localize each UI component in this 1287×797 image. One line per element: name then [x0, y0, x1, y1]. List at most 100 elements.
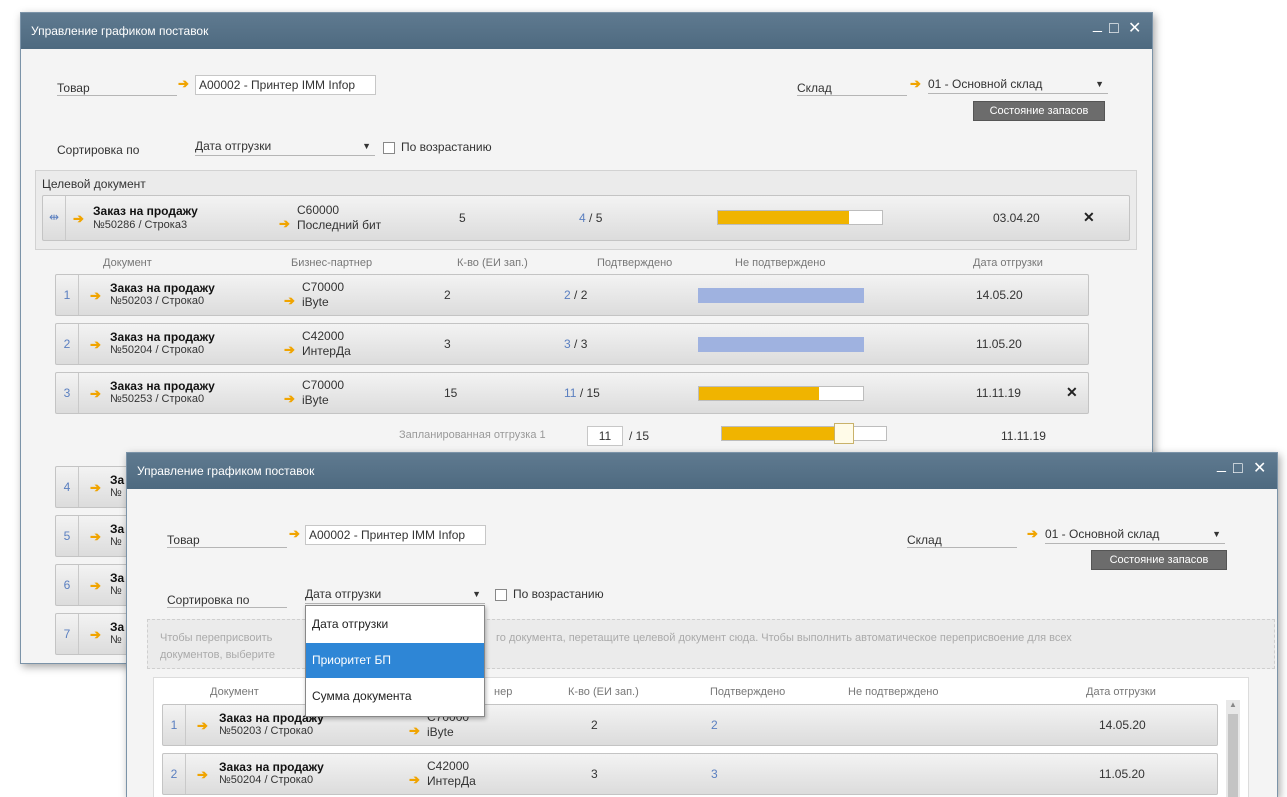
row-bp-code: C70000	[302, 280, 345, 294]
row-qty: 15	[444, 386, 458, 400]
warehouse-select[interactable]: 01 - Основной склад ▼	[1045, 525, 1225, 544]
row-number[interactable]: 1	[163, 705, 186, 745]
stock-status-button[interactable]: Состояние запасов	[1091, 550, 1227, 570]
chevron-down-icon: ▼	[1095, 79, 1104, 89]
sort-option-bp-priority[interactable]: Приоритет БП	[306, 643, 484, 678]
target-document-row[interactable]: ⇹ ➔ Заказ на продажу №50286 / Строка3 C6…	[42, 195, 1130, 241]
row-link-arrow-icon[interactable]: ➔	[197, 768, 208, 782]
col-header-unconfirmed: Не подтверждено	[848, 686, 939, 698]
row-bp-arrow-icon[interactable]: ➔	[284, 392, 295, 406]
item-field[interactable]: A00002 - Принтер IMM Infop	[195, 75, 376, 95]
maximize-button[interactable]: □	[1109, 19, 1119, 39]
row-number[interactable]: 2	[163, 754, 186, 794]
row-bp-arrow-icon[interactable]: ➔	[409, 773, 420, 787]
target-confirmed: 4 / 5	[579, 211, 602, 225]
row-doc-number: №	[110, 634, 122, 646]
minimize-button[interactable]: _	[1217, 455, 1226, 475]
table-row[interactable]: 1 ➔ Заказ на продажу №50203 / Строка0 C7…	[55, 274, 1089, 316]
stock-status-button[interactable]: Состояние запасов	[973, 101, 1105, 121]
row-link-arrow-icon[interactable]: ➔	[90, 579, 101, 593]
row-bp-arrow-icon[interactable]: ➔	[409, 724, 420, 738]
row-doc-number: №50204 / Строка0	[219, 774, 314, 786]
row-doc-number: №	[110, 585, 122, 597]
row-number[interactable]: 5	[56, 516, 79, 556]
ascending-checkbox[interactable]	[383, 142, 395, 154]
row-number[interactable]: 2	[56, 324, 79, 364]
row-link-arrow-icon[interactable]: ➔	[90, 481, 101, 495]
sort-option-doc-total[interactable]: Сумма документа	[306, 679, 484, 714]
close-button[interactable]: ✕	[1128, 19, 1141, 39]
sort-label-underline	[167, 607, 287, 608]
row-confirmed-link[interactable]: 2	[711, 718, 718, 732]
back-titlebar: Управление графиком поставок _ □ ✕	[21, 13, 1152, 49]
table-row[interactable]: 2 ➔ Заказ на продажу №50204 / Строка0 C4…	[55, 323, 1089, 365]
sort-select[interactable]: Дата отгрузки ▼	[195, 137, 375, 156]
scrollbar-thumb[interactable]	[1228, 714, 1238, 797]
row-bp-code: C42000	[427, 759, 470, 773]
scroll-up-icon[interactable]: ▲	[1229, 700, 1237, 709]
row-link-arrow-icon[interactable]: ➔	[90, 338, 101, 352]
table-row[interactable]: 3 ➔ Заказ на продажу №50253 / Строка0 C7…	[55, 372, 1089, 414]
sort-select[interactable]: Дата отгрузки ▼	[305, 585, 485, 604]
row-bp-code: C42000	[302, 329, 345, 343]
item-label: Товар	[57, 81, 90, 95]
row-number[interactable]: 6	[56, 565, 79, 605]
ascending-checkbox[interactable]	[495, 589, 507, 601]
row-confirmed-total: / 3	[574, 337, 588, 351]
vertical-scrollbar[interactable]: ▲	[1226, 700, 1240, 797]
row-confirmed-link[interactable]: 11	[564, 386, 576, 400]
warehouse-label-underline	[797, 95, 907, 96]
target-progress-bar	[717, 210, 883, 225]
col-header-document: Документ	[103, 257, 152, 269]
front-titlebar: Управление графиком поставок _ □ ✕	[127, 453, 1277, 489]
row-confirmed-link[interactable]: 2	[564, 288, 571, 302]
row-date: 14.05.20	[976, 288, 1023, 302]
item-field[interactable]: A00002 - Принтер IMM Infop	[305, 525, 486, 545]
minimize-button[interactable]: _	[1093, 15, 1102, 35]
target-doc-type: Заказ на продажу	[93, 204, 198, 218]
row-link-arrow-icon[interactable]: ➔	[90, 530, 101, 544]
row-number[interactable]: 4	[56, 467, 79, 507]
maximize-button[interactable]: □	[1233, 459, 1243, 479]
row-progress-bar	[698, 337, 864, 352]
sort-option-ship-date[interactable]: Дата отгрузки	[306, 607, 484, 642]
planned-shipment-input[interactable]: 11	[587, 426, 623, 446]
front-window: Управление графиком поставок _ □ ✕ Товар…	[126, 452, 1278, 797]
target-bp-arrow-icon[interactable]: ➔	[279, 217, 290, 231]
item-link-arrow-icon[interactable]: ➔	[289, 527, 300, 541]
row-link-arrow-icon[interactable]: ➔	[90, 289, 101, 303]
planned-shipment-slider[interactable]	[721, 423, 887, 444]
row-link-arrow-icon[interactable]: ➔	[90, 387, 101, 401]
row-doc-type: За	[110, 620, 125, 634]
drag-handle-icon[interactable]: ⇹	[43, 196, 66, 240]
table-row[interactable]: 2 ➔ Заказ на продажу №50204 / Строка0 C4…	[162, 753, 1218, 795]
remove-target-button[interactable]: ✕	[1083, 209, 1095, 226]
item-link-arrow-icon[interactable]: ➔	[178, 77, 189, 91]
row-confirmed-link[interactable]: 3	[711, 767, 718, 781]
planned-shipment-label: Запланированная отгрузка 1	[399, 429, 546, 441]
close-button[interactable]: ✕	[1253, 459, 1266, 479]
row-link-arrow-icon[interactable]: ➔	[90, 628, 101, 642]
row-qty: 2	[591, 718, 598, 732]
row-bp-code: C70000	[302, 378, 345, 392]
warehouse-link-arrow-icon[interactable]: ➔	[910, 77, 921, 91]
row-number[interactable]: 3	[56, 373, 79, 413]
row-confirmed-link[interactable]: 3	[564, 337, 571, 351]
slider-handle[interactable]	[834, 423, 854, 444]
back-window-title: Управление графиком поставок	[31, 24, 209, 38]
remove-row-button[interactable]: ✕	[1066, 384, 1078, 401]
warehouse-link-arrow-icon[interactable]: ➔	[1027, 527, 1038, 541]
warehouse-select[interactable]: 01 - Основной склад ▼	[928, 75, 1108, 94]
col-header-qty: К-во (ЕИ зап.)	[568, 686, 639, 698]
row-bp-arrow-icon[interactable]: ➔	[284, 294, 295, 308]
row-bp-arrow-icon[interactable]: ➔	[284, 343, 295, 357]
row-number[interactable]: 1	[56, 275, 79, 315]
target-link-arrow-icon[interactable]: ➔	[73, 212, 84, 226]
row-link-arrow-icon[interactable]: ➔	[197, 719, 208, 733]
row-progress-fill	[699, 338, 863, 351]
col-header-confirmed: Подтверждено	[597, 257, 673, 269]
target-confirmed-link[interactable]: 4	[579, 211, 586, 225]
front-window-title: Управление графиком поставок	[137, 464, 315, 478]
row-number[interactable]: 7	[56, 614, 79, 654]
sort-label: Сортировка по	[167, 593, 250, 607]
